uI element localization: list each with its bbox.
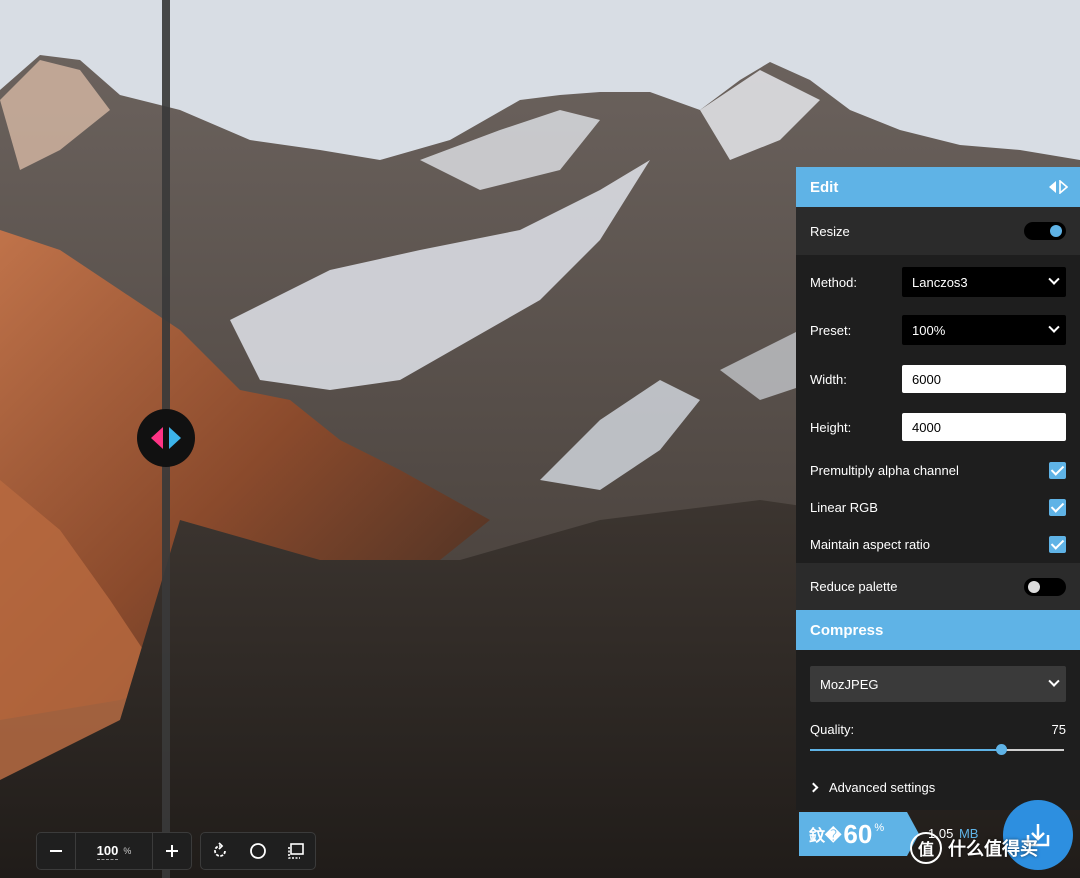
quality-row: Quality: 75 <box>796 708 1080 764</box>
quality-value: 75 <box>1051 721 1066 737</box>
resize-label: Resize <box>810 223 850 239</box>
collapse-arrows-icon[interactable] <box>1048 180 1068 194</box>
watermark: 值 什么值得买 <box>910 832 1038 864</box>
quality-slider[interactable] <box>810 743 1064 755</box>
advanced-settings-toggle[interactable]: Advanced settings <box>808 779 936 795</box>
chevron-right-icon <box>808 782 819 792</box>
background-toggle-button[interactable] <box>239 833 277 869</box>
circle-icon <box>250 843 266 859</box>
method-label: Method: <box>810 274 857 290</box>
size-saving-badge: 鈫� 60 % <box>799 812 919 856</box>
codec-row: MozJPEG <box>796 650 1080 708</box>
premultiply-checkbox[interactable] <box>1049 461 1066 479</box>
premultiply-label: Premultiply alpha channel <box>810 462 959 478</box>
resize-toggle[interactable] <box>1024 222 1066 240</box>
slider-rest <box>1000 748 1064 751</box>
frame-toggle-button[interactable] <box>277 833 315 869</box>
saving-glyph: 鈫� <box>809 828 842 845</box>
rotate-icon <box>214 842 226 857</box>
height-row: Height: 4000 <box>796 403 1080 451</box>
compress-header: Compress <box>796 610 1080 650</box>
split-handle[interactable] <box>137 409 195 467</box>
zoom-value[interactable]: 100 <box>96 843 119 860</box>
watermark-text: 什么值得买 <box>948 839 1038 859</box>
crop-frame-icon <box>288 843 304 859</box>
width-input[interactable]: 6000 <box>902 365 1066 393</box>
zoom-unit: % <box>123 846 132 856</box>
expand-collapse-icon <box>1049 180 1068 194</box>
reduce-palette-toggle[interactable] <box>1024 577 1066 596</box>
chevron-down-icon <box>1048 321 1060 333</box>
method-select[interactable]: Lanczos3 <box>902 267 1066 297</box>
slider-thumb[interactable] <box>995 743 1007 755</box>
preset-label: Preset: <box>810 322 852 338</box>
edit-header[interactable]: Edit <box>796 167 1080 207</box>
rotate-button[interactable] <box>201 833 239 869</box>
linear-rgb-label: Linear RGB <box>810 499 878 515</box>
premultiply-row: Premultiply alpha channel <box>796 451 1080 489</box>
preset-value: 100% <box>912 322 946 338</box>
zoom-controls: 100 % <box>36 832 192 870</box>
watermark-logo: 值 <box>910 832 942 864</box>
aspect-row: Maintain aspect ratio <box>796 525 1080 563</box>
zoom-level[interactable]: 100 % <box>75 833 153 869</box>
chevron-down-icon <box>1048 675 1060 687</box>
edit-title: Edit <box>810 178 839 196</box>
linear-rgb-checkbox[interactable] <box>1049 498 1066 516</box>
toggle-knob <box>1050 225 1062 237</box>
plus-icon <box>166 845 178 857</box>
minus-icon <box>50 850 62 852</box>
reduce-palette-label: Reduce palette <box>810 579 898 594</box>
chevron-down-icon <box>1048 273 1060 285</box>
view-toolbar <box>200 832 316 870</box>
saving-percent-sign: % <box>874 822 885 834</box>
height-input[interactable]: 4000 <box>902 413 1066 441</box>
method-value: Lanczos3 <box>912 274 968 290</box>
zoom-in-button[interactable] <box>153 833 191 869</box>
arrow-left-icon <box>151 427 163 449</box>
codec-select[interactable]: MozJPEG <box>810 666 1066 702</box>
height-label: Height: <box>810 419 852 435</box>
width-label: Width: <box>810 371 847 387</box>
saving-percent: 60 <box>843 818 873 849</box>
method-row: Method: Lanczos3 <box>796 255 1080 305</box>
preset-select[interactable]: 100% <box>902 315 1066 345</box>
preset-row: Preset: 100% <box>796 305 1080 355</box>
codec-value: MozJPEG <box>820 676 879 692</box>
quality-label: Quality: <box>810 721 855 737</box>
toggle-knob <box>1028 580 1040 593</box>
options-panel: Edit Resize Method: Lanczos3 Preset: 100… <box>796 167 1080 810</box>
aspect-label: Maintain aspect ratio <box>810 536 930 552</box>
arrow-right-icon <box>169 427 181 449</box>
advanced-label: Advanced settings <box>829 779 936 795</box>
reduce-palette-row: Reduce palette <box>796 563 1080 610</box>
zoom-out-button[interactable] <box>37 833 75 869</box>
width-row: Width: 6000 <box>796 355 1080 403</box>
compress-title: Compress <box>810 621 884 639</box>
linear-rgb-row: Linear RGB <box>796 489 1080 525</box>
aspect-checkbox[interactable] <box>1049 535 1066 553</box>
resize-row: Resize <box>796 207 1080 255</box>
